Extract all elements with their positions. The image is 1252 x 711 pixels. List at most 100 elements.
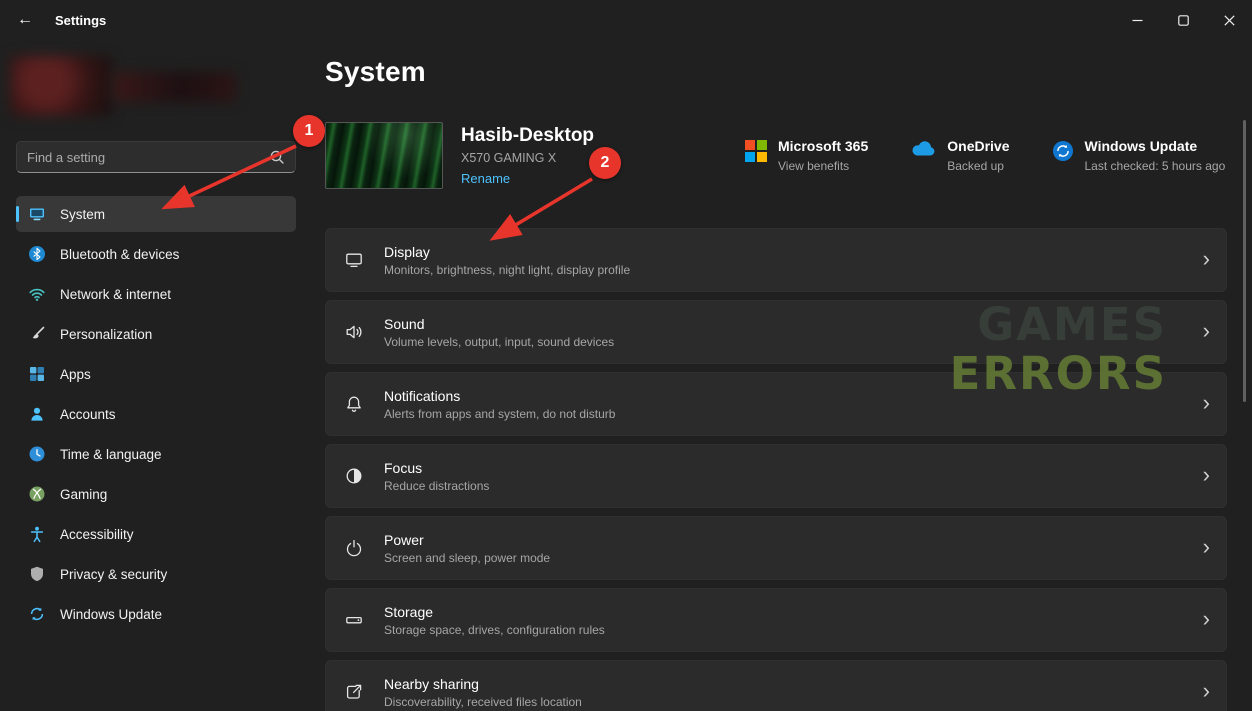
person-icon (28, 405, 46, 423)
sidebar-nav: System Bluetooth & devices Network & int… (16, 196, 296, 632)
windows-update-icon (1052, 138, 1074, 173)
sidebar-item-accessibility[interactable]: Accessibility (16, 516, 296, 552)
card-subtitle: Reduce distractions (384, 479, 489, 493)
sidebar-item-accounts[interactable]: Accounts (16, 396, 296, 432)
sidebar-item-windows-update[interactable]: Windows Update (16, 596, 296, 632)
clock-icon (28, 445, 46, 463)
sidebar-item-personalization[interactable]: Personalization (16, 316, 296, 352)
sidebar-item-label: Accounts (60, 407, 116, 422)
settings-window: ← Settings (0, 0, 1252, 711)
maximize-icon (1178, 15, 1189, 26)
sidebar-item-apps[interactable]: Apps (16, 356, 296, 392)
notifications-card[interactable]: Notifications Alerts from apps and syste… (325, 372, 1227, 436)
storage-drive-icon (344, 610, 364, 630)
back-arrow-icon: ← (17, 11, 33, 29)
apps-grid-icon (28, 365, 46, 383)
main-content: System Hasib-Desktop X570 GAMING X Renam… (325, 40, 1252, 711)
device-model: X570 GAMING X (461, 151, 594, 165)
device-info: Hasib-Desktop X570 GAMING X Rename (461, 122, 594, 189)
sidebar-item-label: Network & internet (60, 287, 171, 302)
window-title: Settings (55, 13, 106, 28)
update-arrows-icon (28, 605, 46, 623)
search-input[interactable] (17, 150, 269, 165)
titlebar: ← Settings (0, 0, 1252, 40)
user-profile[interactable] (8, 52, 234, 120)
rename-link[interactable]: Rename (461, 171, 510, 186)
onedrive-cloud-icon (910, 138, 936, 173)
speaker-icon (344, 322, 364, 342)
sidebar-item-bluetooth-devices[interactable]: Bluetooth & devices (16, 236, 296, 272)
minimize-button[interactable] (1114, 0, 1160, 40)
sidebar-item-label: Windows Update (60, 607, 162, 622)
sidebar-item-time-language[interactable]: Time & language (16, 436, 296, 472)
sidebar-item-label: Privacy & security (60, 567, 167, 582)
chevron-right-icon: › (1203, 248, 1210, 273)
sidebar-item-gaming[interactable]: Gaming (16, 476, 296, 512)
xbox-icon (28, 485, 46, 503)
sidebar-item-label: Bluetooth & devices (60, 247, 179, 262)
focus-card[interactable]: Focus Reduce distractions › (325, 444, 1227, 508)
search-box (16, 141, 296, 173)
sound-card[interactable]: Sound Volume levels, output, input, soun… (325, 300, 1227, 364)
settings-cards: Display Monitors, brightness, night ligh… (325, 228, 1227, 711)
chevron-right-icon: › (1203, 392, 1210, 417)
close-icon (1224, 15, 1235, 26)
user-name-redacted (114, 72, 236, 102)
back-button[interactable]: ← (6, 4, 44, 36)
sidebar-item-label: Personalization (60, 327, 152, 342)
display-card[interactable]: Display Monitors, brightness, night ligh… (325, 228, 1227, 292)
card-subtitle: Discoverability, received files location (384, 695, 582, 709)
windows-update-status[interactable]: Windows Update Last checked: 5 hours ago (1052, 138, 1226, 173)
wifi-icon (28, 285, 46, 303)
microsoft-365-status[interactable]: Microsoft 365 View benefits (745, 138, 868, 173)
card-subtitle: Monitors, brightness, night light, displ… (384, 263, 630, 277)
focus-icon (344, 466, 364, 486)
card-subtitle: Storage space, drives, configuration rul… (384, 623, 605, 637)
sidebar-item-system[interactable]: System (16, 196, 296, 232)
sidebar-item-label: Accessibility (60, 527, 134, 542)
avatar (10, 56, 112, 116)
status-title: OneDrive (947, 138, 1009, 154)
card-title: Notifications (384, 388, 615, 404)
close-button[interactable] (1206, 0, 1252, 40)
bell-icon (344, 394, 364, 414)
chevron-right-icon: › (1203, 320, 1210, 345)
sidebar: System Bluetooth & devices Network & int… (0, 40, 312, 711)
power-card[interactable]: Power Screen and sleep, power mode › (325, 516, 1227, 580)
page-title: System (325, 56, 426, 88)
bluetooth-icon (28, 245, 46, 263)
card-subtitle: Screen and sleep, power mode (384, 551, 550, 565)
status-subtitle: Backed up (947, 159, 1009, 173)
nearby-sharing-card[interactable]: Nearby sharing Discoverability, received… (325, 660, 1227, 711)
sidebar-item-network-internet[interactable]: Network & internet (16, 276, 296, 312)
share-icon (344, 682, 364, 702)
sidebar-item-label: System (60, 207, 105, 222)
desktop-wallpaper-thumbnail (325, 122, 443, 189)
status-subtitle: Last checked: 5 hours ago (1085, 159, 1226, 173)
selected-accent-pill (16, 206, 19, 222)
chevron-right-icon: › (1203, 608, 1210, 633)
card-title: Storage (384, 604, 605, 620)
sidebar-item-label: Time & language (60, 447, 162, 462)
sidebar-item-privacy-security[interactable]: Privacy & security (16, 556, 296, 592)
card-title: Focus (384, 460, 489, 476)
accessibility-icon (28, 525, 46, 543)
card-title: Power (384, 532, 550, 548)
card-title: Display (384, 244, 630, 260)
maximize-button[interactable] (1160, 0, 1206, 40)
vertical-scrollbar-thumb[interactable] (1243, 120, 1246, 402)
microsoft-365-icon (745, 138, 767, 173)
onedrive-status[interactable]: OneDrive Backed up (910, 138, 1009, 173)
storage-card[interactable]: Storage Storage space, drives, configura… (325, 588, 1227, 652)
status-row: Microsoft 365 View benefits OneDrive Bac… (745, 138, 1225, 173)
sidebar-item-label: Gaming (60, 487, 107, 502)
device-name: Hasib-Desktop (461, 125, 594, 147)
display-icon (344, 250, 364, 270)
search-icon[interactable] (269, 149, 285, 165)
chevron-right-icon: › (1203, 464, 1210, 489)
chevron-right-icon: › (1203, 680, 1210, 705)
window-controls (1114, 0, 1252, 40)
sidebar-item-label: Apps (60, 367, 91, 382)
chevron-right-icon: › (1203, 536, 1210, 561)
device-header: Hasib-Desktop X570 GAMING X Rename (325, 122, 594, 189)
